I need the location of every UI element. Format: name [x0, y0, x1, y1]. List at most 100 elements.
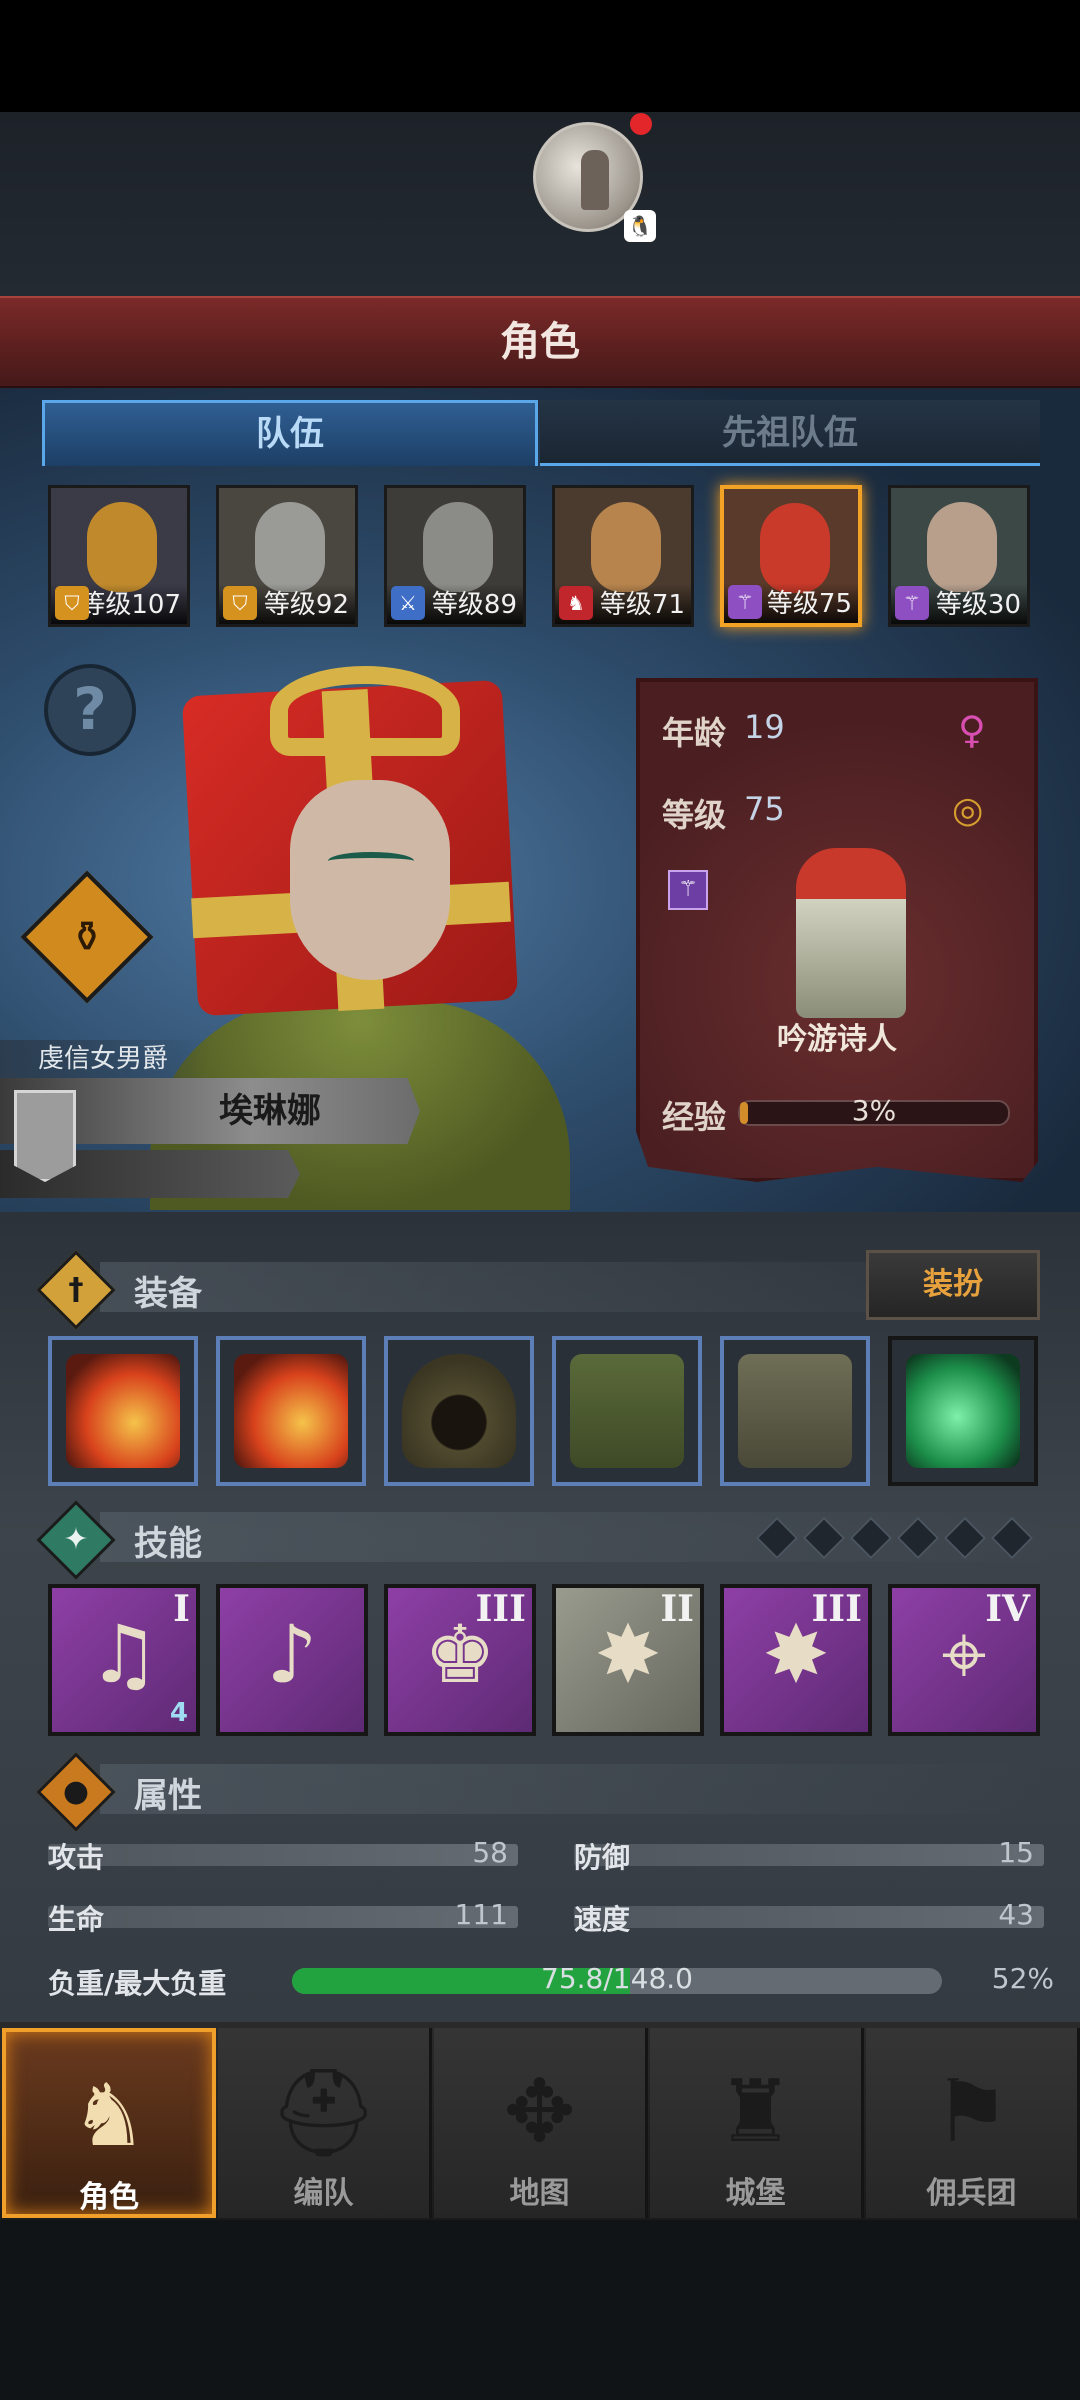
- load-label: 负重/最大负重: [48, 1967, 227, 2000]
- nav-label: 城堡: [725, 2176, 786, 2211]
- nav-label: 佣兵团: [926, 2176, 1017, 2211]
- defense-value: 15: [998, 1836, 1034, 1869]
- hp-label: 生命: [48, 1903, 105, 1936]
- tab-team[interactable]: 队伍: [42, 400, 538, 466]
- level-label: 等级: [662, 796, 727, 834]
- hero-title: 虔信女男爵: [0, 1040, 210, 1078]
- equipment-title: 装备: [134, 1274, 202, 1314]
- skill-slot[interactable]: ♪: [216, 1584, 368, 1736]
- skill-slot[interactable]: ⌖ IV: [888, 1584, 1040, 1736]
- page-title: 角色: [500, 319, 580, 365]
- equipment-slot[interactable]: [888, 1336, 1038, 1486]
- defense-label: 防御: [574, 1841, 631, 1874]
- skill-slot[interactable]: ♫ I 4: [48, 1584, 200, 1736]
- roster-portrait[interactable]: 等级107 ⛉: [48, 485, 190, 627]
- skill-rank: II: [660, 1588, 694, 1630]
- nav-item[interactable]: ✥ 地图: [434, 2028, 648, 2218]
- roster-portrait[interactable]: 等级89 ⚔: [384, 485, 526, 627]
- potion-icon: ⚱: [69, 912, 105, 961]
- exp-label: 经验: [662, 1098, 727, 1136]
- notification-dot: [630, 113, 652, 135]
- skill-stack-count: 4: [169, 1698, 188, 1728]
- nav-label: 编队: [293, 2176, 354, 2211]
- helmet-icon: ⛑: [268, 2063, 379, 2163]
- equipment-slot[interactable]: [552, 1336, 702, 1486]
- skill-rank: III: [811, 1588, 862, 1630]
- music-crystal-icon: ♪: [266, 1608, 318, 1701]
- portrait-face: [255, 502, 325, 592]
- dagger-icon: †: [68, 1272, 84, 1307]
- hero-name: 埃琳娜: [219, 1091, 321, 1131]
- flame-weapon-icon: [234, 1354, 348, 1468]
- banner-flag-icon[interactable]: [14, 1090, 76, 1182]
- portrait-face: [760, 503, 830, 593]
- help-button[interactable]: ?: [44, 664, 136, 756]
- equipment-slot[interactable]: [720, 1336, 870, 1486]
- sword-icon: ⚔: [391, 586, 425, 620]
- staff-icon: ⚚: [895, 586, 929, 620]
- skill-rank: III: [475, 1588, 526, 1630]
- exp-value: 3%: [851, 1094, 897, 1127]
- portrait-face: [927, 502, 997, 592]
- nav-label: 地图: [509, 2176, 570, 2211]
- dress-up-button[interactable]: 装扮: [866, 1250, 1040, 1320]
- age-label: 年龄: [662, 714, 727, 752]
- nav-item[interactable]: ♞ 角色: [2, 2028, 216, 2218]
- skill-slot[interactable]: ✸ III: [720, 1584, 872, 1736]
- skills-title: 技能: [134, 1524, 202, 1564]
- portrait-face: [591, 502, 661, 592]
- equipment-slot[interactable]: [216, 1336, 366, 1486]
- castle-icon: ♜: [716, 2062, 795, 2162]
- hp-value: 111: [454, 1898, 508, 1931]
- skill-rank: IV: [985, 1588, 1030, 1630]
- hero-face: [290, 780, 450, 980]
- tab-ancestor-team[interactable]: 先祖队伍: [540, 400, 1040, 466]
- nav-item[interactable]: ⛑ 编队: [218, 2028, 432, 2218]
- attack-value: 58: [472, 1836, 508, 1869]
- hero-eyes: [328, 852, 414, 870]
- flame-weapon-icon: [66, 1354, 180, 1468]
- roster-portrait[interactable]: 等级92 ⛉: [216, 485, 358, 627]
- equipment-slot[interactable]: [48, 1336, 198, 1486]
- portrait-face: [87, 502, 157, 592]
- female-icon: ♀: [958, 708, 986, 752]
- nav-item[interactable]: ⚑ 佣兵团: [866, 2028, 1080, 2218]
- speed-label: 速度: [574, 1903, 631, 1936]
- shield-icon: ⛉: [223, 586, 257, 620]
- banner-icon: ⚑: [932, 2062, 1011, 2162]
- nav-label: 角色: [79, 2180, 139, 2215]
- level-value: 75: [744, 790, 785, 828]
- gift-bow: [270, 666, 460, 756]
- boots-icon: [738, 1354, 852, 1468]
- bottom-area: [0, 2220, 1080, 2400]
- ring-icon[interactable]: ◎: [952, 790, 983, 831]
- attack-label: 攻击: [48, 1841, 105, 1874]
- gem-icon: [906, 1354, 1020, 1468]
- class-figure: [796, 848, 906, 1018]
- skill-slot[interactable]: ✸ II: [552, 1584, 704, 1736]
- qq-icon: 🐧: [624, 210, 656, 242]
- staff-icon: ⚚: [728, 585, 762, 619]
- roster-portrait[interactable]: 等级75 ⚚: [720, 485, 862, 627]
- knight-icon: ♞: [70, 2066, 148, 2166]
- status-bar: [0, 0, 1080, 112]
- roster-portrait[interactable]: 等级71 ♞: [552, 485, 694, 627]
- nav-item[interactable]: ♜ 城堡: [650, 2028, 864, 2218]
- roster-portrait[interactable]: 等级30 ⚚: [888, 485, 1030, 627]
- star-icon: ✦: [63, 1522, 89, 1557]
- portrait-face: [423, 502, 493, 592]
- compass-icon: ✥: [503, 2062, 576, 2162]
- equipment-slot[interactable]: [384, 1336, 534, 1486]
- person-icon: ●: [62, 1774, 90, 1809]
- shield-icon: ⛉: [55, 586, 89, 620]
- staff-icon: ⚚: [668, 870, 708, 910]
- skill-slot[interactable]: ♚ III: [384, 1584, 536, 1736]
- hood-icon: [402, 1354, 516, 1468]
- class-name: 吟游诗人: [777, 1022, 897, 1057]
- speed-value: 43: [998, 1898, 1034, 1931]
- section-band: [100, 1764, 1050, 1814]
- tunic-icon: [570, 1354, 684, 1468]
- load-percent: 52%: [991, 1962, 1054, 1995]
- wolf-icon: ♞: [559, 586, 593, 620]
- attributes-title: 属性: [134, 1776, 202, 1816]
